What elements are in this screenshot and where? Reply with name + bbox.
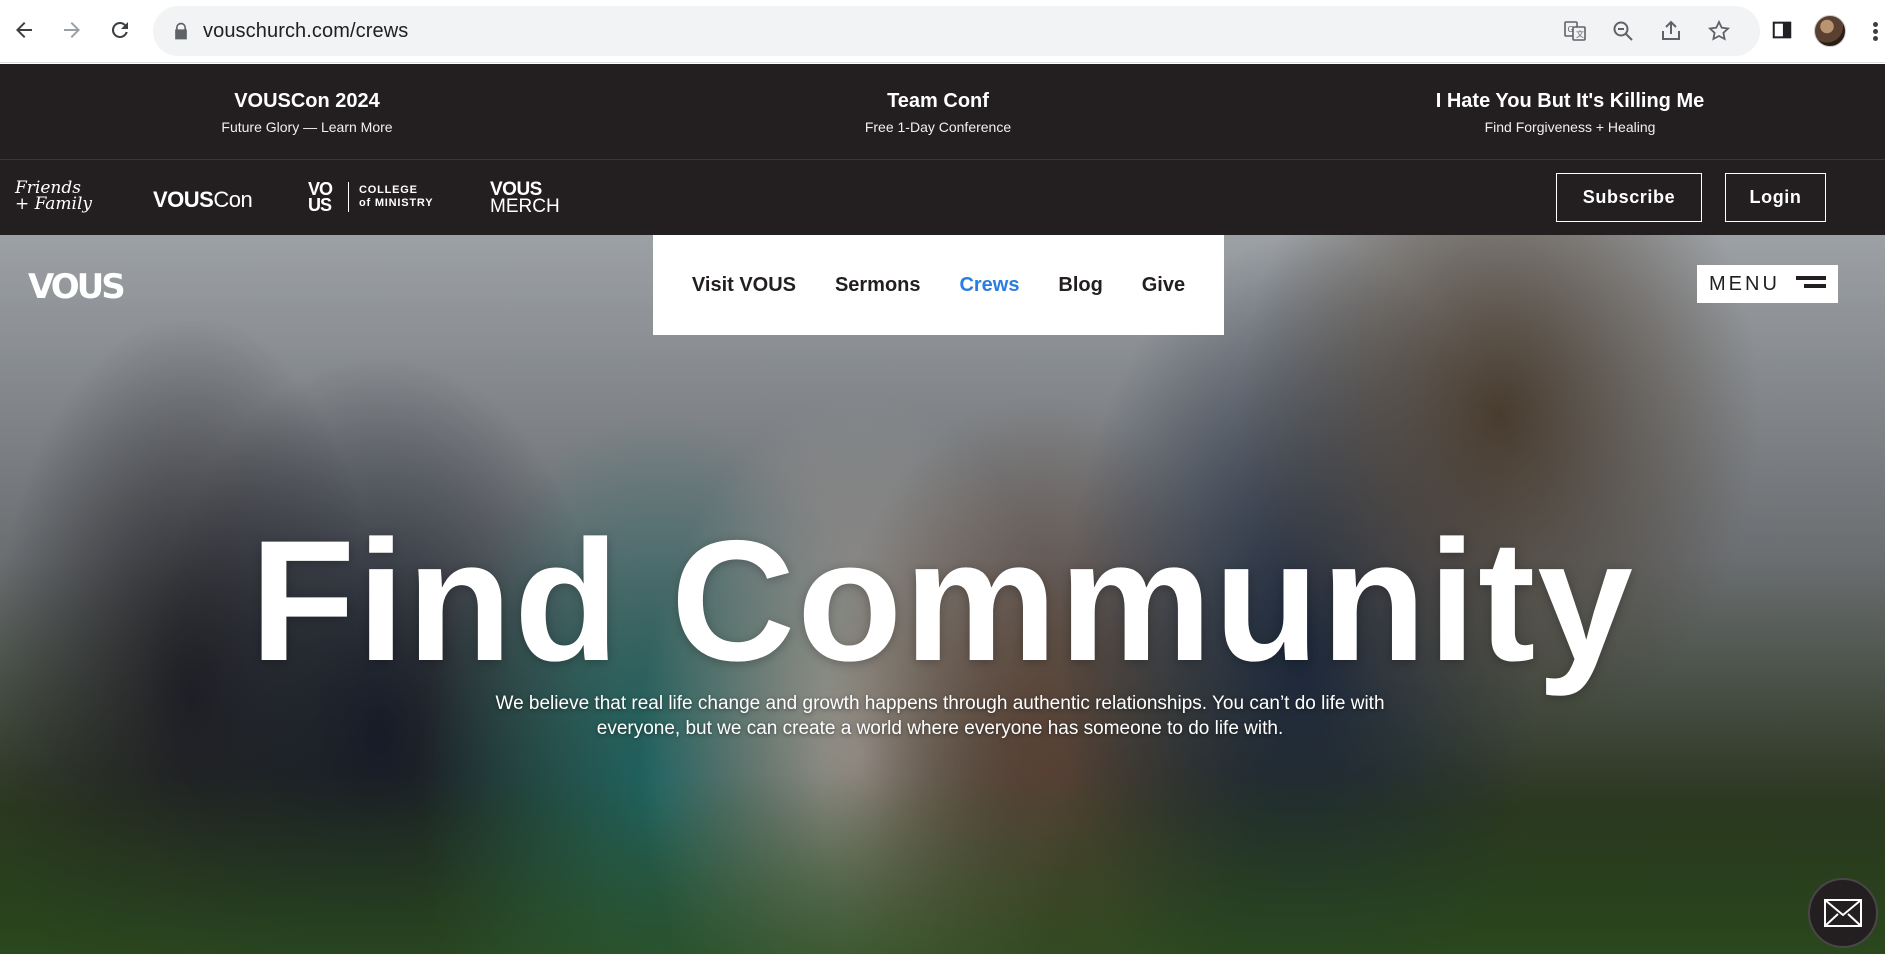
vouscon-link[interactable]: VOUSCon [153,187,253,213]
menu-button[interactable]: MENU [1697,265,1838,303]
nav-visit-vous[interactable]: Visit VOUS [692,274,796,297]
announcement-title: Team Conf [887,90,989,112]
vouscon-light: Con [213,187,253,212]
college-wordmark: COLLEGE of MINISTRY [359,184,433,210]
url-text: vouschurch.com/crews [203,20,409,42]
profile-avatar[interactable] [1814,15,1846,47]
announcement-subtitle: Free 1-Day Conference [864,119,1012,135]
nav-blog[interactable]: Blog [1058,274,1102,297]
vous-logo[interactable]: VOUS [28,267,126,307]
announcement-vouscon[interactable]: VOUSCon 2024 Future Glory — Learn More [107,90,507,135]
college-line1: COLLEGE [359,184,418,196]
announcement-title: I Hate You But It's Killing Me [1435,90,1705,112]
college-vous-mark: VO US [308,180,340,215]
reload-button[interactable] [100,10,140,50]
forward-icon [64,22,80,38]
address-bar[interactable]: vouschurch.com/crews G文 [153,6,1760,56]
college-line2: of MINISTRY [359,197,434,209]
announcement-bar: VOUSCon 2024 Future Glory — Learn More T… [0,64,1885,160]
subscribe-button[interactable]: Subscribe [1556,173,1702,222]
hero-subtitle-line1: We believe that real life change and gro… [495,693,1385,714]
menu-label: MENU [1709,272,1780,295]
hero-subtitle-line2: everyone, but we can create a world wher… [596,718,1284,739]
browser-toolbar: vouschurch.com/crews G文 [0,0,1885,63]
friends-family-line2: + Family [15,194,93,214]
more-menu-icon[interactable] [1865,20,1885,44]
lock-icon [175,22,187,40]
side-panel-icon [1772,21,1792,39]
announcement-subtitle: Find Forgiveness + Healing [1484,119,1656,135]
hamburger-icon [1796,276,1826,292]
mail-icon [1824,899,1862,927]
hero-photo-lawn [0,774,1885,954]
translate-icon[interactable]: G文 [1563,19,1587,43]
nav-sermons[interactable]: Sermons [835,274,921,297]
announcement-subtitle: Future Glory — Learn More [221,119,393,135]
vous-merch-link[interactable]: VOUS MERCH [490,180,560,217]
share-icon[interactable] [1659,19,1683,43]
brand-nav: Friends + Family VOUSCon VO US COLLEGE o… [0,160,1885,235]
announcement-title: VOUSCon 2024 [234,90,380,112]
hero-section: VOUS Visit VOUS Sermons Crews Blog Give … [0,235,1885,954]
college-of-ministry-link[interactable]: VO US COLLEGE of MINISTRY [308,180,433,215]
side-panel-button[interactable] [1764,12,1800,48]
hero-subtitle: We believe that real life change and gro… [440,691,1440,741]
back-icon [16,22,32,38]
nav-give[interactable]: Give [1142,274,1185,297]
back-button[interactable] [4,10,44,50]
zoom-out-icon[interactable] [1611,19,1635,43]
merch-line2: MERCH [490,196,560,217]
friends-family-link[interactable]: Friends + Family [15,180,93,214]
reload-icon [111,21,128,38]
announcement-team-conf[interactable]: Team Conf Free 1-Day Conference [738,90,1138,135]
hero-title: Find Community [250,505,1635,697]
bookmark-star-icon[interactable] [1707,19,1731,43]
announcement-i-hate-you[interactable]: I Hate You But It's Killing Me Find Forg… [1370,90,1770,135]
vouscon-bold: VOUS [153,187,214,212]
login-button[interactable]: Login [1725,173,1826,222]
forward-button[interactable] [52,10,92,50]
college-vous-line2: US [308,195,332,215]
contact-mail-button[interactable] [1808,878,1878,948]
nav-crews[interactable]: Crews [959,274,1019,297]
svg-text:文: 文 [1576,29,1584,39]
divider [348,182,349,212]
svg-text:G: G [1568,25,1574,34]
main-nav: Visit VOUS Sermons Crews Blog Give [653,235,1224,335]
